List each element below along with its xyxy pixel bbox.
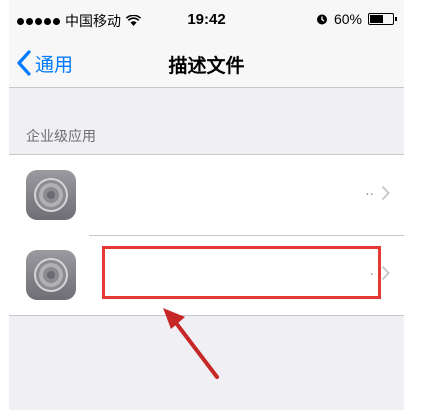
blurred-profile-name: [95, 180, 365, 210]
red-arrow-annotation: [163, 308, 219, 379]
list-item-profile-2[interactable]: .: [9, 235, 404, 315]
section-header: 企业级应用: [26, 129, 96, 145]
chevron-right-icon: [381, 265, 390, 281]
chevron-right-icon: [381, 185, 390, 201]
profile-list: .. .: [9, 154, 404, 316]
truncation-ellipsis: ..: [365, 183, 374, 199]
truncation-ellipsis: .: [369, 263, 374, 279]
status-bar: 中国移动 19:42 60%: [9, 0, 404, 38]
battery-icon: [368, 13, 397, 25]
battery-percent: 60%: [333, 11, 362, 27]
status-right: 60%: [316, 11, 397, 27]
alarm-icon: [316, 14, 327, 25]
list-item-profile-1[interactable]: ..: [9, 155, 404, 235]
page-title: 描述文件: [168, 55, 245, 77]
settings-gear-icon: [26, 250, 76, 300]
blurred-profile-name: [95, 260, 365, 290]
settings-gear-icon: [26, 170, 76, 220]
ios-screen: 中国移动 19:42 60% 通用 描述文件 企业级应用 .. .: [9, 0, 404, 410]
navigation-bar: 通用 描述文件: [9, 38, 404, 88]
